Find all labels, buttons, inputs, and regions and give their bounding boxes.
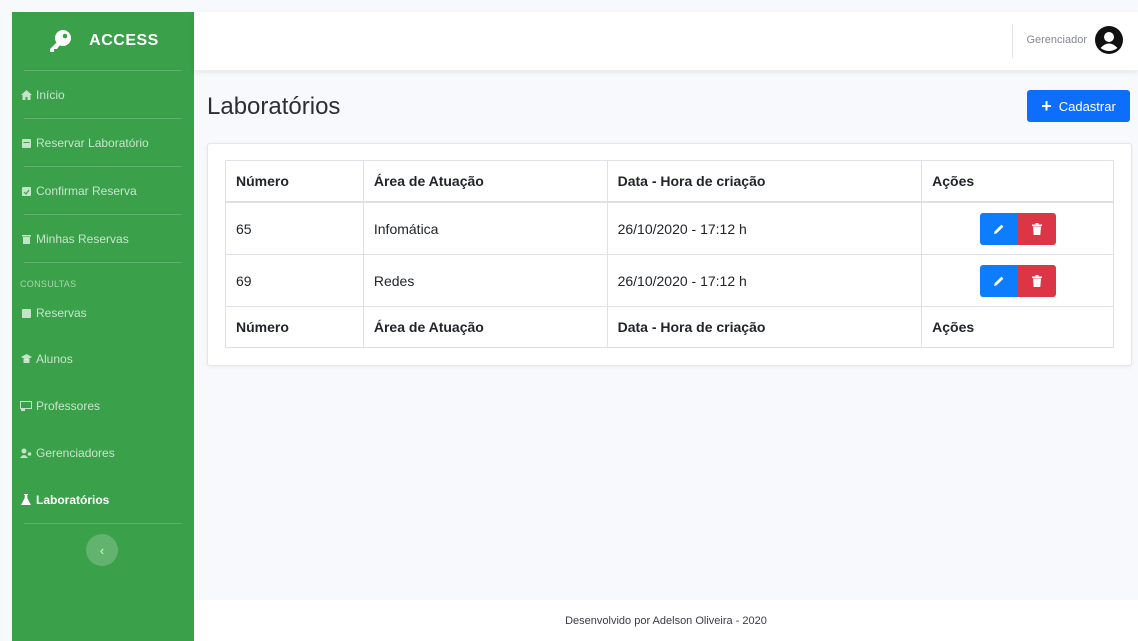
delete-button[interactable] xyxy=(1017,264,1056,297)
topbar-divider xyxy=(1012,24,1013,58)
trash-icon xyxy=(20,233,32,245)
cell-actions xyxy=(921,201,1114,255)
chalkboard-icon xyxy=(20,400,32,412)
sidebar-toggle-button[interactable]: ‹ xyxy=(86,534,118,566)
column-footer-data: Data - Hora de criação xyxy=(606,306,923,348)
trash-icon xyxy=(1031,222,1042,235)
cell-numero: 69 xyxy=(225,254,364,307)
column-footer-area: Área de Atuação xyxy=(362,306,608,348)
topbar: Gerenciador xyxy=(194,12,1138,70)
cell-data: 26/10/2020 - 17:12 h xyxy=(606,254,923,307)
footer-text: Desenvolvido por Adelson Oliveira - 2020 xyxy=(565,614,767,627)
user-name: Gerenciador xyxy=(1026,34,1087,46)
sidebar-item-laboratorios[interactable]: Laboratórios xyxy=(12,476,194,523)
home-icon xyxy=(20,89,32,101)
labs-table: Número Área de Atuação Data - Hora de cr… xyxy=(225,160,1114,348)
brand-name: ACCESS xyxy=(89,32,159,49)
divider xyxy=(24,523,182,524)
key-icon xyxy=(50,30,72,52)
sidebar-item-gerenciadores[interactable]: Gerenciadores xyxy=(12,429,194,476)
table-footer-row: Número Área de Atuação Data - Hora de cr… xyxy=(225,306,1114,348)
chevron-left-icon: ‹ xyxy=(99,542,105,558)
sidebar-item-label: Laboratórios xyxy=(36,492,110,507)
sidebar-item-inicio[interactable]: Início xyxy=(12,71,194,118)
pencil-icon xyxy=(993,224,1003,234)
users-icon xyxy=(20,447,32,459)
sidebar-item-label: Alunos xyxy=(36,351,73,366)
page-title: Laboratórios xyxy=(207,93,341,120)
sidebar-item-label: Gerenciadores xyxy=(36,445,115,460)
sidebar-item-label: Reservar Laboratório xyxy=(36,135,149,150)
row-action-group xyxy=(979,212,1056,245)
user-circle-icon xyxy=(1095,26,1123,54)
column-footer-numero: Número xyxy=(225,306,364,348)
table-row: 65 Infomática 26/10/2020 - 17:12 h xyxy=(225,201,1114,255)
sidebar-item-label: Confirmar Reserva xyxy=(36,183,137,198)
brand[interactable]: ACCESS xyxy=(12,12,194,70)
sidebar-item-label: Início xyxy=(36,87,65,102)
column-header-numero[interactable]: Número xyxy=(225,160,364,203)
pencil-icon xyxy=(993,276,1003,286)
column-header-area[interactable]: Área de Atuação xyxy=(362,160,608,203)
cell-area: Infomática xyxy=(362,201,608,255)
cell-numero: 65 xyxy=(225,201,364,255)
trash-icon xyxy=(1031,274,1042,287)
sidebar-item-alunos[interactable]: Alunos xyxy=(12,335,194,382)
graduation-cap-icon xyxy=(20,353,32,365)
table-header-row: Número Área de Atuação Data - Hora de cr… xyxy=(225,160,1114,203)
edit-button[interactable] xyxy=(979,264,1018,297)
column-footer-acoes: Ações xyxy=(921,306,1114,348)
calendar-icon xyxy=(20,307,32,319)
sidebar-item-label: Reservas xyxy=(36,306,87,320)
sidebar-item-professores[interactable]: Professores xyxy=(12,382,194,429)
column-header-acoes: Ações xyxy=(921,160,1114,203)
cell-data: 26/10/2020 - 17:12 h xyxy=(606,201,923,255)
user-menu[interactable]: Gerenciador xyxy=(1026,26,1123,54)
add-button-label: Cadastrar xyxy=(1058,98,1116,114)
footer: Desenvolvido por Adelson Oliveira - 2020 xyxy=(194,600,1138,641)
table-row: 69 Redes 26/10/2020 - 17:12 h xyxy=(225,254,1114,307)
flask-icon xyxy=(20,494,32,506)
delete-button[interactable] xyxy=(1017,212,1056,245)
sidebar-item-reservas[interactable]: Reservas xyxy=(12,291,194,335)
calendar-icon xyxy=(20,137,32,149)
sidebar-item-label: Professores xyxy=(36,398,101,413)
sidebar-item-reservar-laboratorio[interactable]: Reservar Laboratório xyxy=(12,119,194,166)
column-header-data[interactable]: Data - Hora de criação xyxy=(606,160,923,203)
plus-icon: + xyxy=(1041,96,1052,116)
row-action-group xyxy=(979,264,1056,297)
labs-card: Número Área de Atuação Data - Hora de cr… xyxy=(207,143,1132,366)
edit-button[interactable] xyxy=(979,212,1018,245)
sidebar: ACCESS Início Reservar Laboratório Confi… xyxy=(12,12,194,641)
sidebar-item-minhas-reservas[interactable]: Minhas Reservas xyxy=(12,215,194,262)
sidebar-section-heading: CONSULTAS xyxy=(20,279,77,289)
cell-actions xyxy=(921,254,1114,307)
sidebar-item-confirmar-reserva[interactable]: Confirmar Reserva xyxy=(12,167,194,214)
calendar-check-icon xyxy=(20,185,32,197)
add-button[interactable]: + Cadastrar xyxy=(1027,90,1130,122)
sidebar-item-label: Minhas Reservas xyxy=(36,231,129,246)
cell-area: Redes xyxy=(362,254,608,307)
